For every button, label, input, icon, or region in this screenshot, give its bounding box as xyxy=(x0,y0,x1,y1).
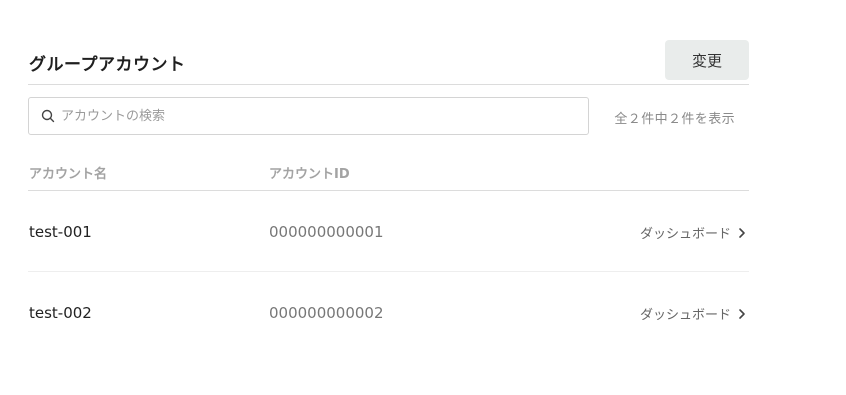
result-count: 全２件中２件を表示 xyxy=(614,112,735,127)
table-header: アカウント名 アカウントID xyxy=(28,150,749,191)
table-row: test-001 000000000001 ダッシュボード xyxy=(28,191,749,272)
group-accounts-panel: グループアカウント 変更 全２件中２件を表示 アカウント名 アカウントID te… xyxy=(28,40,749,352)
account-name: test-002 xyxy=(29,304,92,322)
column-header-account-name: アカウント名 xyxy=(29,167,108,182)
search-input[interactable] xyxy=(61,98,561,134)
account-name: test-001 xyxy=(29,223,92,241)
account-id: 000000000001 xyxy=(269,223,384,241)
dashboard-link-label: ダッシュボード xyxy=(639,308,731,323)
chevron-right-icon xyxy=(739,227,745,238)
search-row: 全２件中２件を表示 xyxy=(28,97,749,135)
dashboard-link[interactable]: ダッシュボード xyxy=(640,304,747,323)
page-title: グループアカウント xyxy=(29,55,186,75)
panel-header: グループアカウント 変更 xyxy=(28,40,749,85)
dashboard-link[interactable]: ダッシュボード xyxy=(640,223,747,242)
account-id: 000000000002 xyxy=(269,304,384,322)
chevron-right-icon xyxy=(739,308,745,319)
change-button[interactable]: 変更 xyxy=(665,40,749,80)
search-icon xyxy=(41,109,55,123)
table-row: test-002 000000000002 ダッシュボード xyxy=(28,272,749,352)
column-header-account-id: アカウントID xyxy=(269,167,350,182)
dashboard-link-label: ダッシュボード xyxy=(639,227,731,242)
search-box[interactable] xyxy=(28,97,589,135)
